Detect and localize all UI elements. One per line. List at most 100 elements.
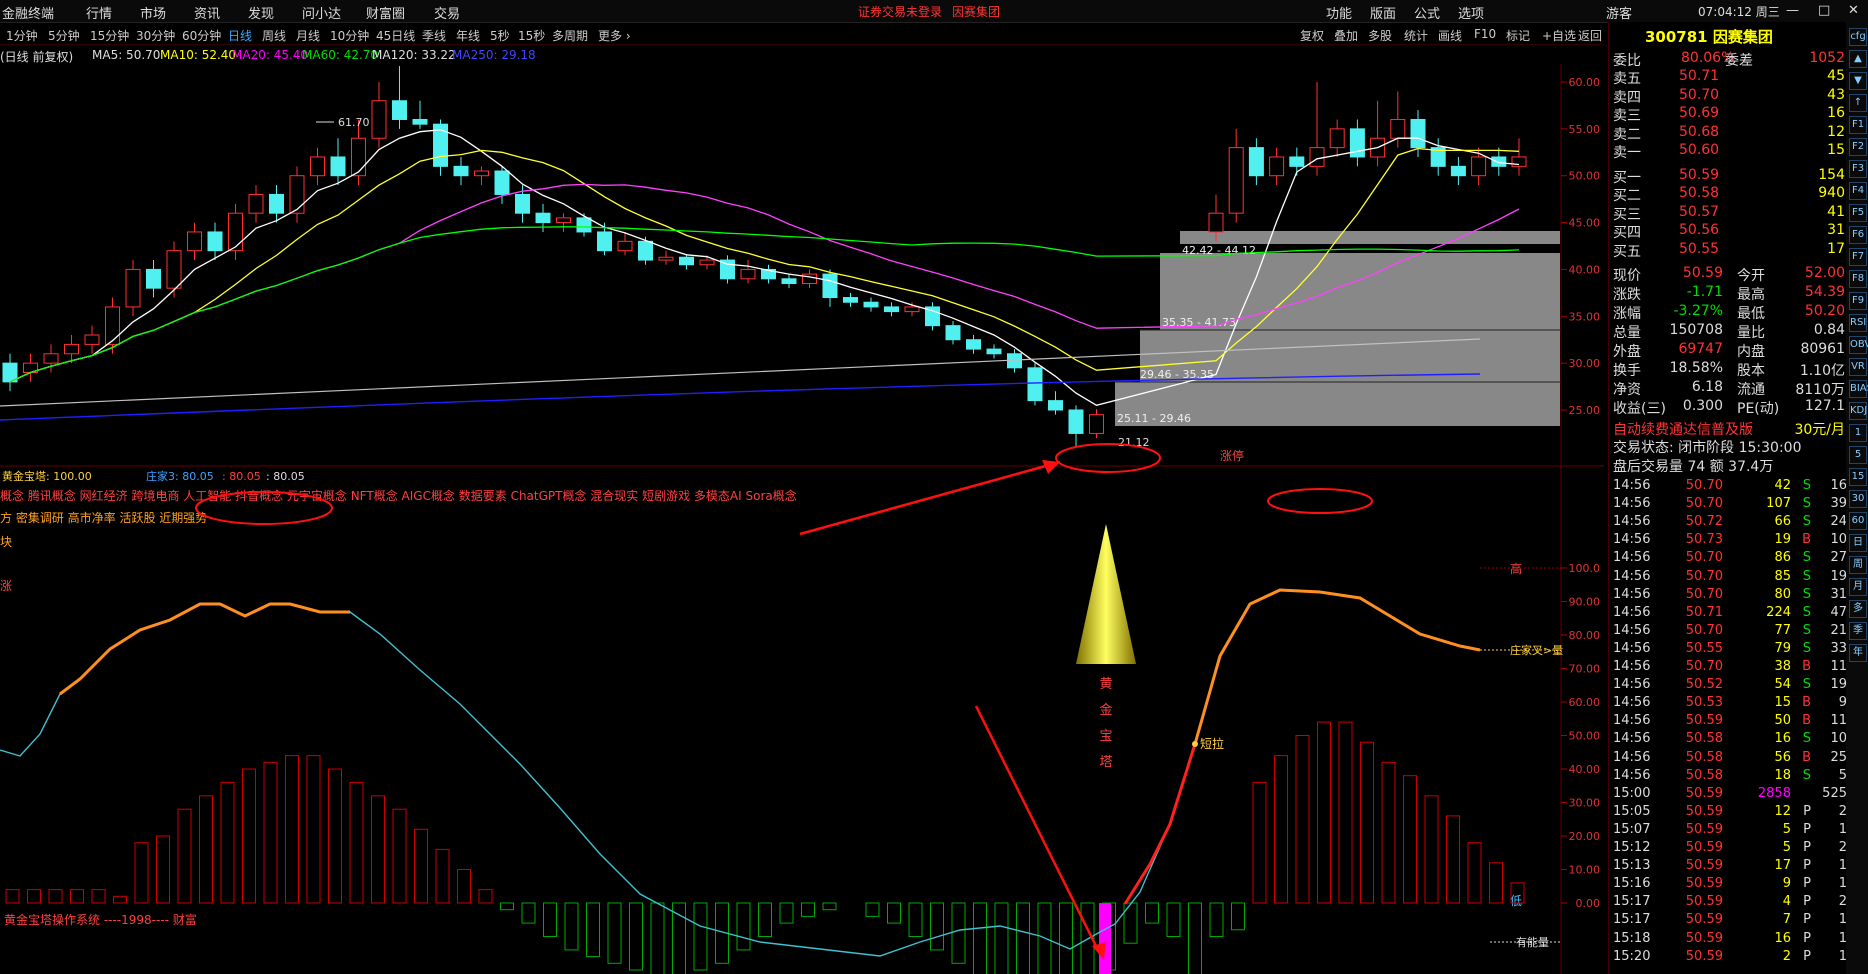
period-1[interactable]: 5分钟 bbox=[48, 27, 80, 44]
tick-cell: 66 bbox=[1774, 514, 1791, 530]
menu-caifuquan[interactable]: 财富圈 bbox=[366, 3, 405, 22]
tick-cell: S bbox=[1802, 550, 1811, 566]
period-9[interactable]: 45日线 bbox=[376, 27, 415, 44]
menu-shichang[interactable]: 市场 bbox=[140, 3, 166, 22]
sidebar-icon-8[interactable]: F5 bbox=[1849, 204, 1867, 222]
tick-cell: S bbox=[1802, 604, 1811, 620]
bid-row-1-cell: 买二 bbox=[1613, 188, 1641, 204]
period-7[interactable]: 月线 bbox=[296, 27, 320, 44]
sidebar-icon-28[interactable]: 年 bbox=[1849, 644, 1867, 662]
period-10[interactable]: 季线 bbox=[422, 27, 446, 44]
ask-row-4-cell: 卖一 bbox=[1613, 145, 1641, 161]
sidebar-icon-6[interactable]: F3 bbox=[1849, 160, 1867, 178]
user-label[interactable]: 游客 bbox=[1606, 3, 1632, 22]
menu-wenxiaoda[interactable]: 问小达 bbox=[302, 3, 341, 22]
tool-4[interactable]: 画线 bbox=[1438, 27, 1462, 44]
tool-8[interactable]: 返回 bbox=[1578, 27, 1602, 44]
period-15[interactable]: 更多 › bbox=[598, 27, 631, 44]
tool-2[interactable]: 多股 bbox=[1368, 27, 1392, 44]
sidebar-icon-15[interactable]: VR bbox=[1849, 358, 1867, 376]
sidebar-icon-24[interactable]: 周 bbox=[1849, 556, 1867, 574]
tick-cell: 21 bbox=[1830, 622, 1847, 638]
period-3[interactable]: 30分钟 bbox=[136, 27, 175, 44]
sidebar-icon-13[interactable]: RSI bbox=[1849, 314, 1867, 332]
tool-0[interactable]: 复权 bbox=[1300, 27, 1324, 44]
period-11[interactable]: 年线 bbox=[456, 27, 480, 44]
menu-gongshi[interactable]: 公式 bbox=[1414, 3, 1440, 22]
sidebar-icon-23[interactable]: 日 bbox=[1849, 534, 1867, 552]
sidebar-icon-14[interactable]: OBV bbox=[1849, 336, 1868, 354]
login-notice[interactable]: 证券交易未登录 bbox=[858, 3, 942, 20]
tick-cell: 86 bbox=[1774, 550, 1791, 566]
menu-banmian[interactable]: 版面 bbox=[1370, 3, 1396, 22]
stock-code-name[interactable]: 300781 因赛集团 bbox=[1645, 26, 1773, 47]
sidebar-icon-9[interactable]: F6 bbox=[1849, 226, 1867, 244]
sidebar-icon-21[interactable]: 30 bbox=[1849, 490, 1867, 508]
tool-5[interactable]: F10 bbox=[1474, 27, 1496, 41]
sidebar-icon-3[interactable]: ↑ bbox=[1849, 94, 1867, 112]
sidebar-icon-0[interactable]: cfg bbox=[1849, 28, 1867, 46]
tick-cell: 2858 bbox=[1757, 785, 1791, 801]
high-tag: 高 bbox=[1510, 561, 1522, 576]
hist-bar-66 bbox=[1424, 795, 1439, 904]
sidebar-icon-18[interactable]: 1 bbox=[1849, 424, 1867, 442]
sidebar-icon-25[interactable]: 月 bbox=[1849, 578, 1867, 596]
menu-gongneng[interactable]: 功能 bbox=[1326, 3, 1352, 22]
sidebar-icon-12[interactable]: F9 bbox=[1849, 292, 1867, 310]
tick-cell: 50.59 bbox=[1685, 785, 1723, 801]
sidebar-icon-2[interactable]: ▼ bbox=[1849, 72, 1867, 90]
ad-banner[interactable]: 自动续费通达信普及版 30元/月 bbox=[1613, 419, 1845, 438]
close-icon[interactable]: ✕ bbox=[1848, 3, 1859, 18]
sidebar-icon-4[interactable]: F1 bbox=[1849, 116, 1867, 134]
tool-6[interactable]: 标记 bbox=[1506, 27, 1530, 44]
menu-hangqing[interactable]: 行情 bbox=[86, 3, 112, 22]
ind-label-8: 20.00 bbox=[1569, 830, 1601, 843]
low-label: 21.12 bbox=[1118, 436, 1150, 449]
bid-row-4: 买五 50.55 17 bbox=[1613, 241, 1845, 260]
period-8[interactable]: 10分钟 bbox=[330, 27, 369, 44]
menu-faxian[interactable]: 发现 bbox=[248, 3, 274, 22]
period-14[interactable]: 多周期 bbox=[552, 27, 588, 44]
ask-row-1-cell: 50.70 bbox=[1679, 86, 1720, 103]
sidebar-icon-16[interactable]: BIAS bbox=[1849, 380, 1868, 398]
sidebar-icon-19[interactable]: 5 bbox=[1849, 446, 1867, 464]
menu-xuanxiang[interactable]: 选项 bbox=[1458, 3, 1484, 22]
sidebar-icon-27[interactable]: 季 bbox=[1849, 622, 1867, 640]
sidebar-icon-26[interactable]: 多 bbox=[1849, 600, 1867, 618]
candle-body-50 bbox=[1027, 367, 1043, 402]
sidebar-icon-7[interactable]: F4 bbox=[1849, 182, 1867, 200]
tick-cell: B bbox=[1802, 713, 1811, 729]
period-5[interactable]: 日线 bbox=[228, 27, 252, 44]
ask-row-1-cell: 卖四 bbox=[1613, 89, 1641, 106]
stat-row-0-cell: 今开 bbox=[1737, 268, 1765, 284]
maximize-icon[interactable]: □ bbox=[1818, 3, 1830, 18]
tick-cell: 50.59 bbox=[1685, 876, 1723, 892]
period-13[interactable]: 15秒 bbox=[518, 27, 545, 44]
tool-3[interactable]: 统计 bbox=[1404, 27, 1428, 44]
period-12[interactable]: 5秒 bbox=[490, 27, 510, 44]
stat-row-1-cell: 最高 bbox=[1737, 287, 1765, 303]
tick-cell: 80 bbox=[1774, 586, 1791, 602]
kline-chart[interactable]: 60.00 55.00 50.00 45.00 40.00 35.00 30.00 25.00… bbox=[0, 64, 1604, 974]
minimize-icon[interactable]: — bbox=[1786, 3, 1799, 18]
hist-bar-14 bbox=[306, 755, 321, 904]
sidebar-icon-1[interactable]: ▲ bbox=[1849, 50, 1867, 68]
period-4[interactable]: 60分钟 bbox=[182, 27, 221, 44]
period-bar: 1分钟 5分钟 15分钟 30分钟 60分钟 日线 周线 月线 10分钟 45日线 季线 年线 5秒 15… bbox=[0, 24, 1604, 45]
sidebar-icon-22[interactable]: 60 bbox=[1849, 512, 1867, 530]
period-2[interactable]: 15分钟 bbox=[90, 27, 129, 44]
ind-label-5: 50.00 bbox=[1569, 730, 1601, 743]
hist-bar-46 bbox=[994, 902, 1009, 974]
tool-1[interactable]: 叠加 bbox=[1334, 27, 1358, 44]
period-0[interactable]: 1分钟 bbox=[6, 27, 38, 44]
tool-7[interactable]: +自选 bbox=[1542, 27, 1576, 44]
sidebar-icon-17[interactable]: KDJ bbox=[1849, 402, 1867, 420]
sidebar-icon-5[interactable]: F2 bbox=[1849, 138, 1867, 156]
menu-jiaoyi[interactable]: 交易 bbox=[434, 3, 460, 22]
sidebar-icon-20[interactable]: 15 bbox=[1849, 468, 1867, 486]
period-6[interactable]: 周线 bbox=[262, 27, 286, 44]
sidebar-icon-10[interactable]: F7 bbox=[1849, 248, 1867, 266]
tick-cell: 50.59 bbox=[1685, 948, 1723, 964]
menu-zixun[interactable]: 资讯 bbox=[194, 3, 220, 22]
sidebar-icon-11[interactable]: F8 bbox=[1849, 270, 1867, 288]
